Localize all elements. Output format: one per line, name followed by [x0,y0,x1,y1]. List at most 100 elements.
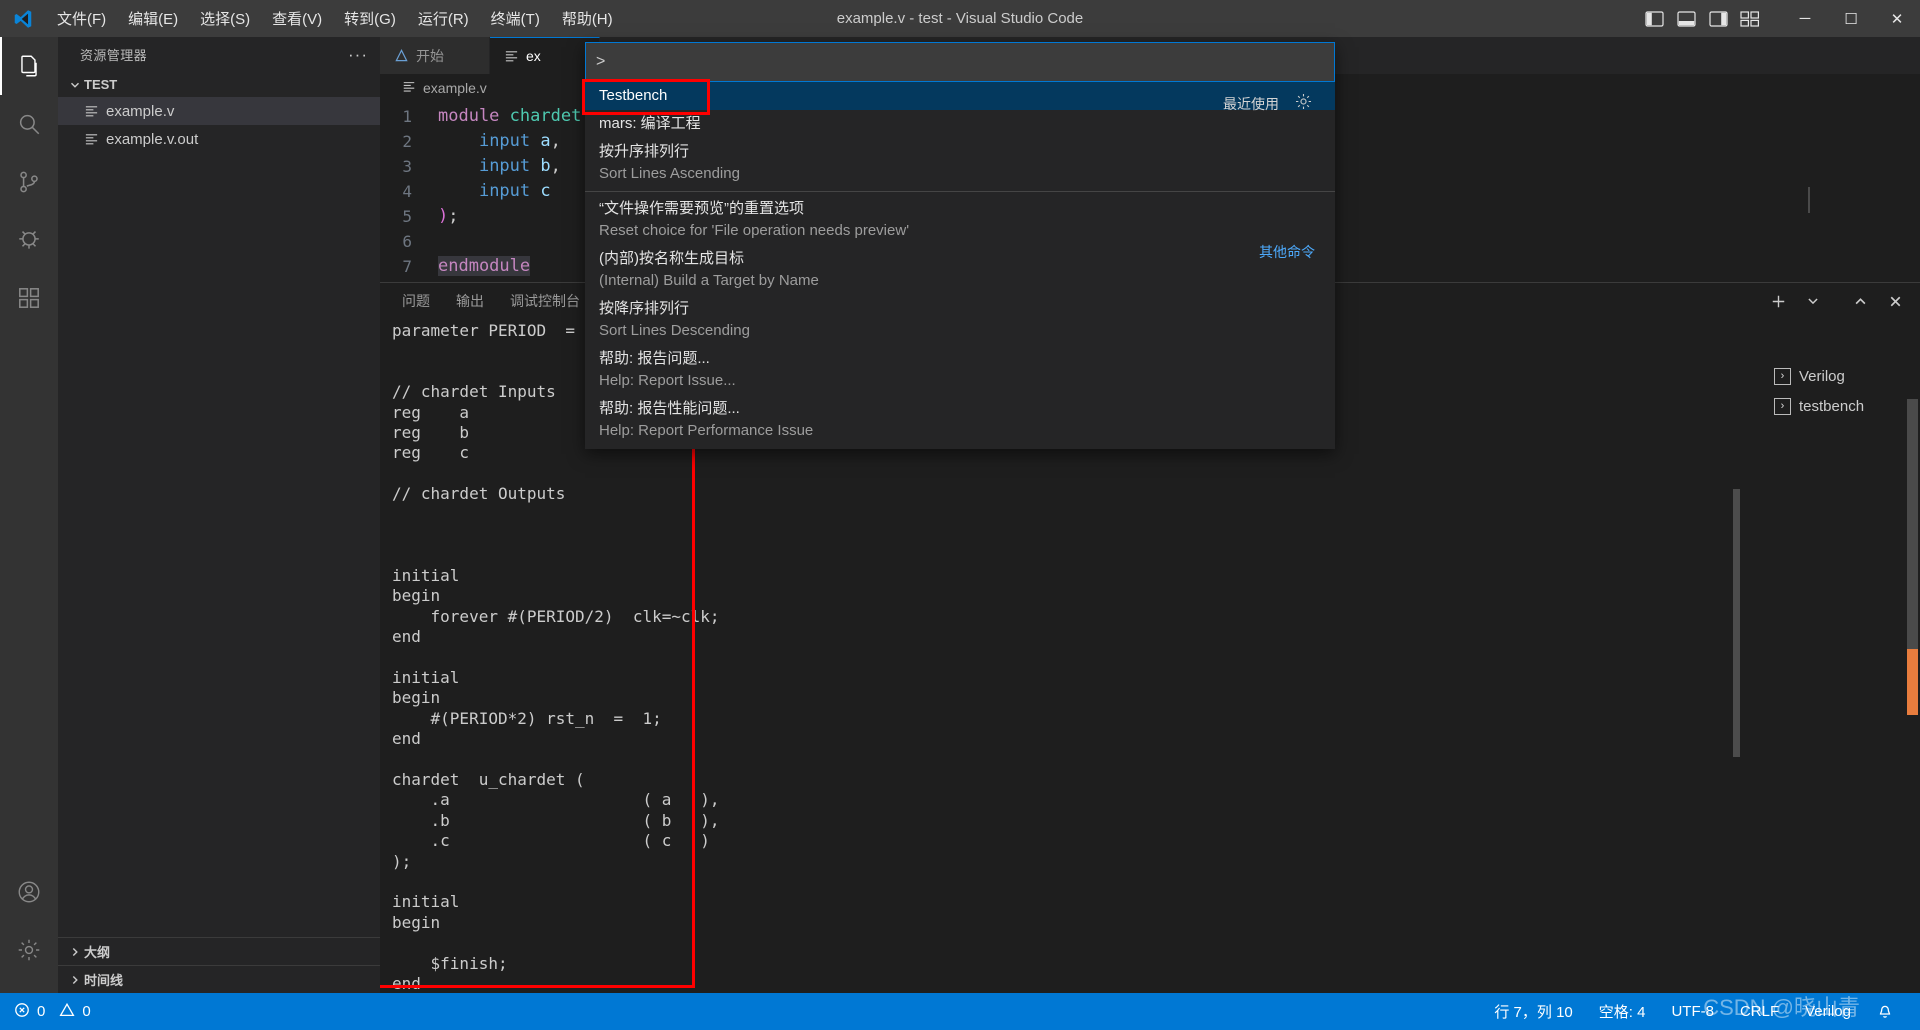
terminal-item-label: Verilog [1799,368,1845,385]
activitybar-run-debug[interactable] [0,211,58,269]
command-palette-item[interactable]: 帮助: 报告问题...Help: Report Issue... [585,345,1335,395]
activitybar-search[interactable] [0,95,58,153]
status-language-mode[interactable]: Verilog [1792,993,1864,1030]
command-palette-input-wrap[interactable] [585,42,1335,82]
activitybar-manage-gear-icon[interactable] [0,921,58,979]
command-palette-item[interactable]: 按升序排列行Sort Lines Ascending [585,138,1335,188]
terminal-icon: › [1774,398,1791,415]
menu-terminal[interactable]: 终端(T) [480,0,551,37]
terminal-icon: › [1774,368,1791,385]
sidebar-pane-timeline[interactable]: 时间线 [58,965,380,993]
status-indentation[interactable]: 空格: 4 [1586,993,1659,1030]
activitybar-accounts[interactable] [0,863,58,921]
verilog-file-icon [504,49,519,64]
status-encoding[interactable]: UTF-8 [1658,993,1727,1030]
status-cursor-position[interactable]: 行 7，列 10 [1481,993,1585,1030]
command-label: (内部)按名称生成目标 [599,248,1321,270]
command-label: 按降序排列行 [599,298,1321,320]
code-text: input b, [438,154,561,179]
activitybar-extensions[interactable] [0,269,58,327]
customize-layout-icon[interactable] [1736,6,1764,32]
command-label: 帮助: 报告问题... [599,348,1321,370]
tab-welcome[interactable]: 开始 [380,37,490,74]
command-description: Help: Report Issue... [599,370,1321,392]
chevron-right-icon [66,974,84,986]
menu-edit[interactable]: 编辑(E) [117,0,189,37]
verilog-file-icon [84,104,99,119]
code-text: input a, [438,129,561,154]
tab-example-v[interactable]: ex [490,37,600,74]
window-maximize-button[interactable]: ☐ [1828,0,1874,37]
panel-tab-output[interactable]: 输出 [456,283,484,319]
menu-go[interactable]: 转到(G) [333,0,407,37]
chevron-down-icon[interactable] [1802,290,1824,312]
status-problems[interactable]: 0 0 [0,1002,91,1022]
command-description: (Internal) Build a Target by Name [599,270,1321,292]
line-number: 3 [380,154,438,179]
menu-view[interactable]: 查看(V) [261,0,333,37]
line-number: 6 [380,229,438,254]
line-number: 7 [380,254,438,279]
command-palette: Testbenchmars: 编译工程按升序排列行Sort Lines Asce… [585,42,1335,449]
command-label: Testbench [599,85,1321,107]
folder-root-test[interactable]: TEST [58,72,380,97]
sidebar-pane-outline[interactable]: 大纲 [58,937,380,965]
warning-icon [59,1002,75,1022]
status-feedback-icon[interactable] [1864,993,1906,1030]
line-number: 4 [380,179,438,204]
menu-help[interactable]: 帮助(H) [551,0,624,37]
minimap-indicator [1808,187,1810,213]
command-label: mars: 编译工程 [599,113,1321,135]
command-palette-item[interactable]: (内部)按名称生成目标(Internal) Build a Target by … [585,245,1335,295]
code-text: input c [438,179,551,204]
status-bar: 0 0 行 7，列 10 空格: 4 UTF-8 CRLF Verilog [0,993,1920,1030]
toggle-panel-icon[interactable] [1672,6,1700,32]
sidebar-header: 资源管理器 ··· [58,37,380,72]
menu-selection[interactable]: 选择(S) [189,0,261,37]
toggle-primary-sidebar-icon[interactable] [1640,6,1668,32]
terminal-scrollbar-accent [1907,649,1918,715]
toggle-secondary-sidebar-icon[interactable] [1704,6,1732,32]
activitybar-explorer[interactable] [0,37,58,95]
command-palette-item[interactable]: mars: 编译工程 [585,110,1335,138]
panel-tab-debug-console[interactable]: 调试控制台 [510,283,580,319]
close-icon[interactable] [1884,290,1906,312]
command-palette-list: Testbenchmars: 编译工程按升序排列行Sort Lines Asce… [585,82,1335,449]
vscode-logo-icon [0,8,46,30]
title-bar: 文件(F) 编辑(E) 选择(S) 查看(V) 转到(G) 运行(R) 终端(T… [0,0,1920,37]
terminal-scrollbar[interactable] [1907,399,1918,659]
terminal-item-verilog[interactable]: › Verilog [1760,361,1920,391]
command-palette-input[interactable] [596,53,1324,71]
line-number: 5 [380,204,438,229]
file-item-example-v[interactable]: example.v [58,97,380,125]
command-palette-item[interactable]: 帮助: 报告性能问题...Help: Report Performance Is… [585,395,1335,445]
add-terminal-icon[interactable] [1767,290,1789,312]
command-label: 按升序排列行 [599,141,1321,163]
command-description: Sort Lines Descending [599,320,1321,342]
activitybar-source-control[interactable] [0,153,58,211]
gear-icon[interactable] [1294,92,1313,115]
menu-file[interactable]: 文件(F) [46,0,117,37]
chevron-down-icon [66,79,84,91]
chevron-up-icon[interactable] [1849,290,1871,312]
command-description: Sort Lines Ascending [599,163,1321,185]
panel-tab-problems[interactable]: 问题 [402,283,430,319]
terminal-item-testbench[interactable]: › testbench [1760,391,1920,421]
status-eol[interactable]: CRLF [1727,993,1792,1030]
panel-actions [1767,283,1906,319]
window-minimize-button[interactable]: ─ [1782,0,1828,37]
command-palette-item[interactable]: 按降序排列行Sort Lines Descending [585,295,1335,345]
window-close-button[interactable]: ✕ [1874,0,1920,37]
file-item-example-v-out[interactable]: example.v.out [58,125,380,153]
sidebar-more-actions-icon[interactable]: ··· [348,45,368,65]
verilog-file-icon [402,80,416,97]
terminal-item-label: testbench [1799,398,1864,415]
menu-run[interactable]: 运行(R) [407,0,480,37]
panel-scrollbar[interactable] [1733,489,1740,757]
other-commands-link[interactable]: 其他命令 [1259,242,1315,262]
command-palette-item[interactable]: “文件操作需要预览”的重置选项Reset choice for 'File op… [585,191,1335,245]
explorer-sidebar: 资源管理器 ··· TEST example.v example.v.out 大… [58,37,380,993]
code-text: ); [438,204,459,229]
sidebar-title: 资源管理器 [80,45,147,64]
pane-label: 时间线 [84,970,123,989]
